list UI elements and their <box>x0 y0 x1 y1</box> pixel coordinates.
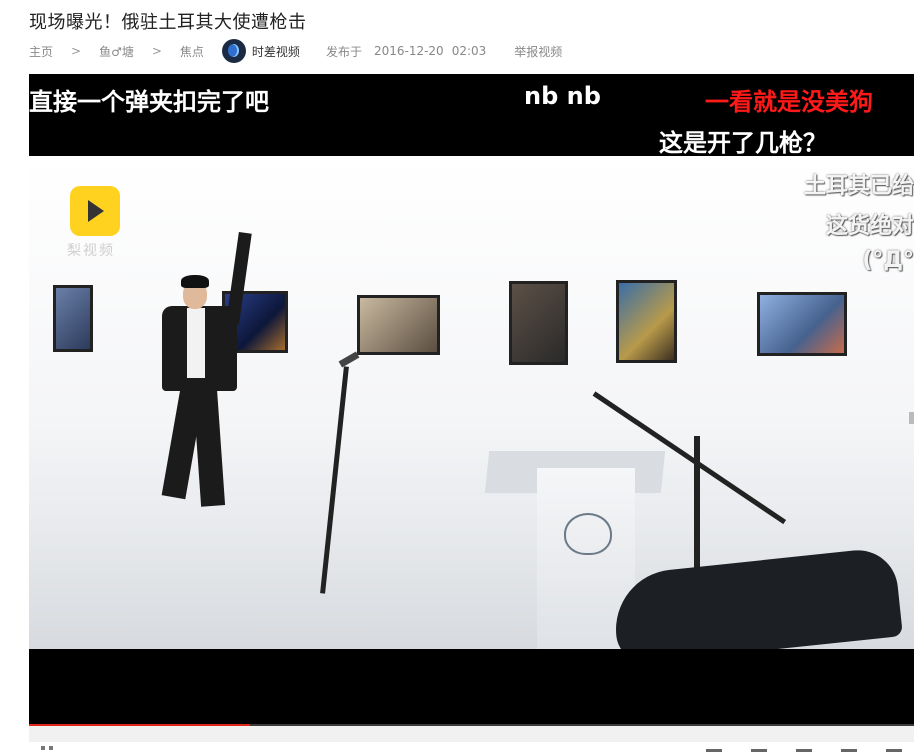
breadcrumb: 主页 > 鱼♂塘 > 焦点 时差视频 发布于 2016-12-20 02:03 … <box>29 39 562 63</box>
breadcrumb-section[interactable]: 鱼♂塘 <box>99 43 134 60</box>
gallery-painting <box>53 285 93 352</box>
channel-avatar[interactable] <box>221 39 246 63</box>
podium-logo <box>564 513 612 555</box>
pear-video-logo-icon <box>70 186 120 236</box>
breadcrumb-category[interactable]: 焦点 <box>180 43 204 60</box>
video-watermark-line: 土耳其已绐 <box>803 174 914 199</box>
gallery-painting <box>509 281 568 365</box>
control-icons <box>682 737 902 756</box>
control-icon[interactable] <box>886 749 902 752</box>
video-frame[interactable]: 梨视频 土耳其已绐 这货绝对 (°Д° <box>29 156 914 649</box>
person-figure <box>181 275 209 288</box>
control-icon[interactable] <box>750 749 767 752</box>
video-logo-text: 梨视频 <box>67 243 115 259</box>
breadcrumb-separator: > <box>151 44 162 58</box>
breadcrumb-home[interactable]: 主页 <box>29 43 53 60</box>
report-video-link[interactable]: 举报视频 <box>514 43 562 60</box>
breadcrumb-separator: > <box>71 44 82 58</box>
published-date: 2016-12-20 <box>373 44 444 58</box>
control-icon[interactable] <box>795 749 812 752</box>
page-title: 现场曝光！俄驻土耳其大使遭枪击 <box>29 12 307 33</box>
video-player[interactable]: 梨视频 土耳其已绐 这货绝对 (°Д° 直接一个弹夹扣完了吧 nb nb 一看就… <box>29 74 914 726</box>
danmaku-comment: nb nb <box>524 82 601 110</box>
microphone-stand <box>694 436 700 586</box>
published-time: 02:03 <box>451 44 487 58</box>
control-icon[interactable] <box>840 749 857 752</box>
side-scroll-tab[interactable] <box>909 412 914 424</box>
video-watermark-line: (°Д° <box>862 248 914 273</box>
gallery-painting <box>616 280 677 363</box>
danmaku-comment: 这是开了几枪？ <box>659 129 827 157</box>
drag-handle-icon[interactable] <box>41 735 61 750</box>
person-figure <box>192 387 226 507</box>
control-icon[interactable] <box>705 749 722 752</box>
microphone <box>338 351 360 368</box>
published-label: 发布于 <box>325 44 362 59</box>
gallery-painting <box>757 292 847 356</box>
video-watermark-line: 这货绝对 <box>825 214 914 239</box>
danmaku-comment: 一看就是没美狗 <box>705 88 873 116</box>
gallery-painting <box>357 295 440 355</box>
person-figure <box>187 308 205 378</box>
danmaku-comment: 直接一个弹夹扣完了吧 <box>29 88 269 116</box>
channel-name[interactable]: 时差视频 <box>252 43 300 60</box>
player-controls <box>29 726 914 752</box>
